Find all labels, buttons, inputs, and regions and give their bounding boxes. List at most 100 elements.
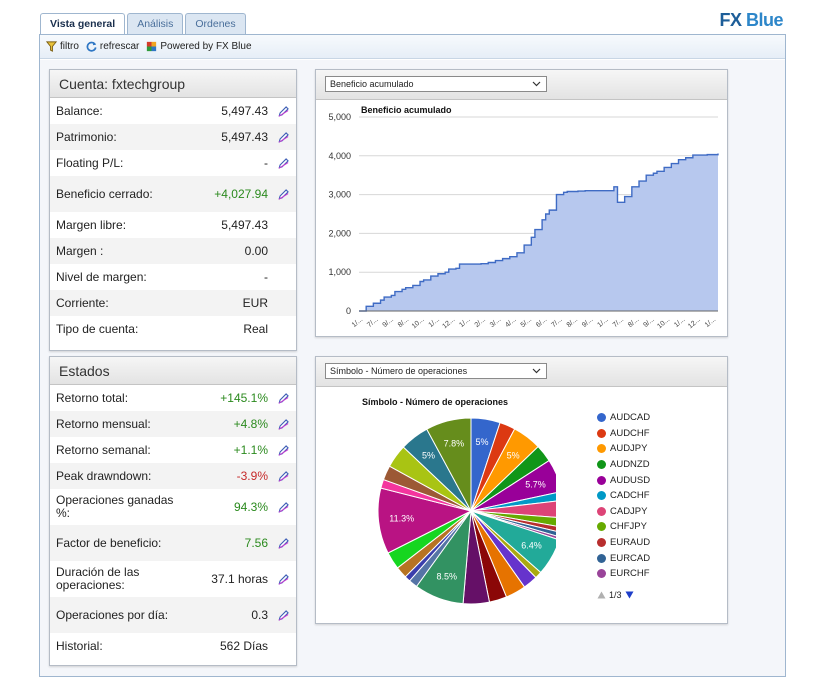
pager-up-icon[interactable] [597,591,606,599]
legend-item[interactable]: AUDUSD [597,472,650,488]
row-label: Historial: [56,638,103,653]
tab-ordenes[interactable]: Ordenes [185,13,246,34]
row-value: 0.3 [251,608,268,622]
pager-text: 1/3 [609,590,622,600]
legend-label: CHFJPY [610,521,647,533]
edit-pencil-icon[interactable] [277,501,290,514]
legend-label: EURAUD [610,537,651,549]
x-tick-label: 10... [411,316,426,330]
symbol-chart-select-value: Símbolo - Número de operaciones [330,366,468,376]
legend-label: CADJPY [610,505,648,517]
slice-label: 5% [422,451,435,461]
stats-rows: Retorno total: +145.1% Retorno mensual: +4.… [50,385,296,659]
brand-prefix: FX [719,10,742,30]
edit-pencil-icon[interactable] [277,609,290,622]
pager-down-icon[interactable] [625,591,634,599]
row-action [268,609,290,622]
x-tick-label: 1/... [428,316,441,329]
edit-pencil-icon[interactable] [277,131,290,144]
legend-label: EURCAD [610,552,651,564]
filter-label: filtro [60,41,79,52]
filter-button[interactable]: filtro [45,40,79,53]
account-panel: Cuenta: fxtechgroup Balance: 5,497.43 Patr… [49,69,297,351]
x-tick-label: 1/... [351,316,364,329]
legend-item[interactable]: AUDCAD [597,410,650,426]
brand-logo: FX Blue [719,10,783,31]
legend-swatch [597,413,606,423]
legend-swatch [597,506,606,516]
edit-pencil-icon[interactable] [277,470,290,483]
legend-label: AUDJPY [610,443,648,455]
powered-by-link[interactable]: Powered by FX Blue [145,40,252,53]
refresh-button[interactable]: refrescar [85,40,139,53]
row-label: Corriente: [56,295,109,310]
row-label: Peak drawndown: [56,468,152,483]
account-row: Tipo de cuenta: Real [50,316,296,342]
legend-item[interactable]: AUDCHF [597,426,650,442]
edit-pencil-icon[interactable] [277,573,290,586]
row-action [268,470,290,483]
y-tick-label: 0 [346,306,351,316]
toolbar: filtro refrescar Powered by FX Blue [40,35,785,59]
slice-label: 6.4% [521,541,542,551]
slice-label: 5% [476,437,489,447]
legend-swatch [597,538,606,548]
legend-item[interactable]: CADCHF [597,488,650,504]
main-frame: filtro refrescar Powered by FX Blue Cuen… [39,34,786,677]
account-row: Nivel de margen: - [50,264,296,290]
row-value: +1.1% [233,443,268,457]
legend-item[interactable]: CHFJPY [597,519,650,535]
edit-pencil-icon[interactable] [277,418,290,431]
row-action [268,501,290,514]
row-value: +4,027.94 [214,187,268,201]
x-tick-label: 1/... [673,316,686,329]
profit-chart-select[interactable]: Beneficio acumulado [325,76,547,92]
y-tick-label: 3,000 [328,190,351,200]
chevron-down-icon [532,81,541,87]
y-tick-label: 2,000 [328,228,351,238]
account-row: Corriente: EUR [50,290,296,316]
account-row: Floating P/L: - [50,150,296,176]
edit-pencil-icon[interactable] [277,188,290,201]
legend-item[interactable]: CADJPY [597,504,650,520]
profit-chart-header: Beneficio acumulado [316,70,727,100]
row-label: Operaciones ganadas %: [56,493,174,520]
legend-item[interactable]: AUDNZD [597,457,650,473]
symbol-chart-panel: Símbolo - Número de operaciones 5% 5% 5.7%… [315,356,728,624]
edit-pencil-icon[interactable] [277,444,290,457]
row-label: Balance: [56,103,103,118]
account-panel-title: Cuenta: fxtechgroup [50,70,296,98]
edit-pencil-icon[interactable] [277,537,290,550]
tab-vista-general[interactable]: Vista general [40,13,126,35]
legend-item[interactable]: EURCHF [597,566,650,582]
fxblue-logo-icon [147,41,157,52]
stats-row: Retorno semanal: +1.1% [50,437,296,463]
row-value: 5,497.43 [221,104,268,118]
row-label: Patrimonio: [56,129,117,144]
edit-pencil-icon[interactable] [277,157,290,170]
legend-swatch [597,491,606,501]
x-tick-label: 7/... [366,316,379,329]
legend-item[interactable]: EURCAD [597,550,650,566]
slice-label: 11.3% [389,514,414,524]
tab-analisis[interactable]: Análisis [127,13,184,34]
row-action [268,392,290,405]
edit-pencil-icon[interactable] [277,392,290,405]
legend-item[interactable]: AUDJPY [597,441,650,457]
legend-swatch [597,428,606,438]
x-tick-label: 9/... [581,316,594,329]
symbol-chart-select[interactable]: Símbolo - Número de operaciones [325,363,547,379]
row-value: 562 Días [219,639,268,653]
row-value: - [264,156,268,170]
row-value: 37.1 horas [211,572,268,586]
row-label: Retorno mensual: [56,416,151,431]
stats-panel-title: Estados [50,357,296,385]
content-area: Cuenta: fxtechgroup Balance: 5,497.43 Patr… [40,60,785,676]
row-label: Retorno total: [56,390,129,405]
legend-item[interactable]: EURAUD [597,535,650,551]
account-rows: Balance: 5,497.43 Patrimonio: 5,497.43 Float… [50,98,296,342]
refresh-label: refrescar [99,41,140,52]
edit-pencil-icon[interactable] [277,105,290,118]
row-value: 5,497.43 [221,130,268,144]
chart-title: Símbolo - Número de operaciones [362,397,508,407]
